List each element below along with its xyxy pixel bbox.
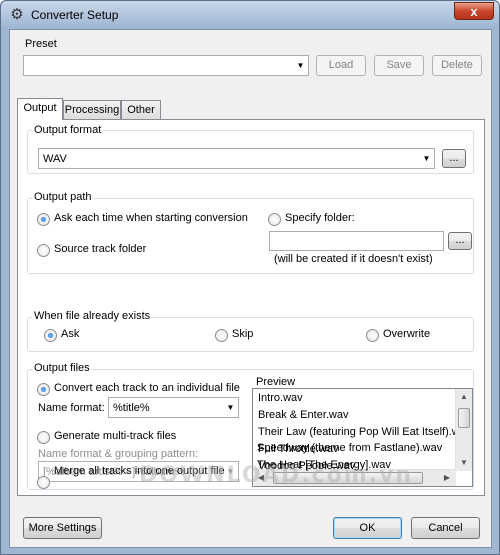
chevron-down-icon: ▼: [422, 154, 431, 163]
generate-multi-radio[interactable]: [37, 431, 50, 444]
tab-processing[interactable]: Processing: [63, 100, 121, 120]
scroll-down-icon[interactable]: ▼: [456, 455, 472, 471]
preview-vertical-scrollbar[interactable]: ▲ ▼: [455, 389, 472, 471]
ask-each-time-radio[interactable]: [37, 213, 50, 226]
more-settings-button[interactable]: More Settings: [23, 517, 102, 539]
load-preset-button[interactable]: Load: [316, 55, 366, 76]
name-format-value: %title%: [113, 402, 150, 414]
chevron-down-icon: ▼: [296, 61, 305, 70]
output-format-title: Output format: [32, 124, 104, 136]
browse-folder-button[interactable]: ...: [448, 232, 472, 250]
chevron-down-icon: ▼: [226, 403, 235, 412]
title-bar[interactable]: ⚙ Converter Setup x: [1, 1, 499, 29]
source-track-folder-radio[interactable]: [37, 244, 50, 257]
output-files-title: Output files: [32, 362, 92, 374]
skip-radio[interactable]: [215, 329, 228, 342]
folder-note: (will be created if it doesn't exist): [274, 253, 433, 265]
list-item[interactable]: Intro.wav: [258, 392, 303, 404]
skip-label: Skip: [232, 328, 254, 340]
list-item[interactable]: Speedway (theme from Fastlane).wav: [257, 442, 442, 454]
specify-folder-radio[interactable]: [268, 213, 281, 226]
delete-preset-button[interactable]: Delete: [432, 55, 482, 76]
source-track-folder-label: Source track folder: [54, 243, 147, 255]
tab-output[interactable]: Output: [17, 98, 63, 120]
generate-multi-label: Generate multi-track files: [54, 430, 177, 442]
specify-folder-label: Specify folder:: [285, 212, 355, 224]
converter-setup-window: ⚙ Converter Setup x Preset ▼ Load Save D…: [0, 0, 500, 555]
folder-path-input[interactable]: [269, 231, 444, 251]
scroll-thumb[interactable]: [458, 408, 470, 428]
list-item[interactable]: Break & Enter.wav: [258, 409, 349, 421]
name-format-label: Name format:: [38, 402, 105, 414]
ask-radio[interactable]: [44, 329, 57, 342]
output-path-title: Output path: [32, 191, 94, 203]
convert-each-radio[interactable]: [37, 383, 50, 396]
file-exists-title: When file already exists: [32, 310, 153, 322]
output-tab-panel: Output format WAV ▼ ... Output path Ask …: [17, 119, 485, 496]
convert-each-label: Convert each track to an individual file: [54, 382, 240, 394]
window-title: Converter Setup: [31, 8, 119, 22]
cancel-button[interactable]: Cancel: [411, 517, 480, 539]
gear-icon: ⚙: [10, 6, 24, 23]
tab-other[interactable]: Other: [121, 100, 161, 120]
output-format-value: WAV: [43, 153, 67, 165]
ask-label: Ask: [61, 328, 80, 340]
close-icon: x: [470, 4, 478, 19]
output-format-combo[interactable]: WAV ▼: [38, 148, 435, 169]
save-preset-button[interactable]: Save: [374, 55, 424, 76]
scroll-up-icon[interactable]: ▲: [456, 389, 472, 405]
preset-combo[interactable]: ▼: [23, 55, 309, 76]
list-item[interactable]: Their Law (featuring Pop Will Eat Itself…: [258, 426, 471, 438]
overwrite-radio[interactable]: [366, 329, 379, 342]
merge-all-radio[interactable]: [37, 476, 50, 489]
close-button[interactable]: x: [454, 2, 494, 20]
format-settings-button[interactable]: ...: [442, 149, 466, 168]
grouping-pattern-label: Name format & grouping pattern:: [38, 448, 199, 460]
ask-each-time-label: Ask each time when starting conversion: [54, 212, 248, 224]
name-format-combo[interactable]: %title% ▼: [108, 397, 239, 418]
ok-button[interactable]: OK: [333, 517, 402, 539]
scroll-right-icon[interactable]: ▶: [439, 470, 455, 486]
preset-label: Preset: [25, 38, 57, 50]
overwrite-label: Overwrite: [383, 328, 431, 340]
preview-label: Preview: [256, 376, 296, 388]
watermark-logo: DOWNLOAD.com.vn: [139, 463, 414, 488]
